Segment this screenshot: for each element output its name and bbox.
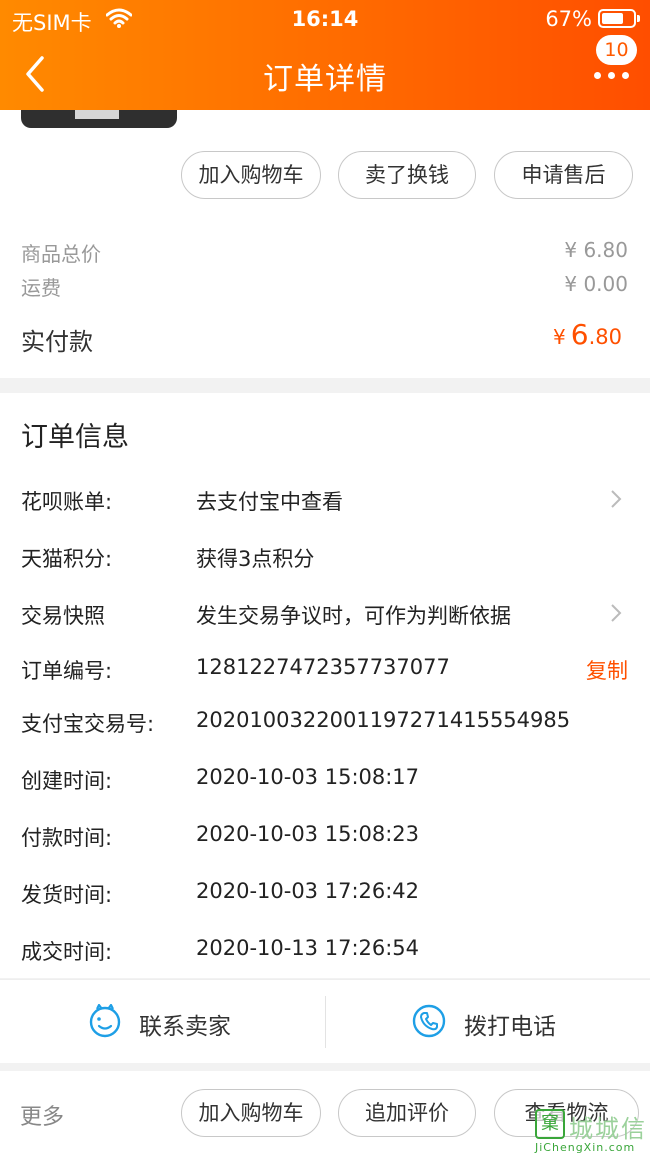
smile-chat-icon <box>89 1004 121 1038</box>
after-sales-button[interactable]: 申请售后 <box>494 151 633 199</box>
row-value: 2020-10-13 17:26:54 <box>196 936 420 960</box>
status-bar: 无SIM卡 16:14 67% <box>0 0 650 40</box>
row-value: 2020-10-03 17:26:42 <box>196 879 420 903</box>
paid-amount: ¥6.80 <box>553 318 622 351</box>
chevron-right-icon <box>611 490 622 508</box>
subtotal-value: ¥ 6.80 <box>564 238 628 262</box>
contact-seller-label: 联系卖家 <box>139 1014 231 1040</box>
price-card: 加入购物车 卖了换钱 申请售后 商品总价 ¥ 6.80 运费 ¥ 0.00 实付… <box>0 110 650 378</box>
add-to-cart-button[interactable]: 加入购物车 <box>181 151 321 199</box>
row-value: 2020-10-03 15:08:17 <box>196 765 420 789</box>
section-title: 订单信息 <box>21 422 129 453</box>
row-label: 成交时间: <box>21 940 113 964</box>
watermark-url: JiChengXin.com <box>535 1141 636 1154</box>
battery-percent: 67% <box>545 7 592 31</box>
battery-icon <box>598 9 640 28</box>
watermark-logo: 窠 <box>535 1109 565 1139</box>
contact-seller-button[interactable]: 联系卖家 <box>0 980 325 1064</box>
row-value: 获得3点积分 <box>196 547 315 571</box>
paid-integer: 6 <box>570 318 589 351</box>
add-to-cart-button[interactable]: 加入购物车 <box>181 1089 321 1137</box>
page-title: 订单详情 <box>263 62 387 97</box>
shipping-label: 运费 <box>21 276 61 300</box>
row-value: 2020100322001197271415554985 <box>196 708 571 732</box>
subtotal-label: 商品总价 <box>21 242 101 266</box>
paid-currency: ¥ <box>553 325 566 349</box>
add-review-button[interactable]: 追加评价 <box>338 1089 476 1137</box>
chevron-right-icon <box>611 604 622 622</box>
resell-button[interactable]: 卖了换钱 <box>338 151 476 199</box>
call-phone-button[interactable]: 拨打电话 <box>326 980 650 1064</box>
product-thumbnail[interactable] <box>21 110 177 128</box>
shipping-value: ¥ 0.00 <box>564 272 628 296</box>
row-label: 付款时间: <box>21 826 113 850</box>
row-label: 创建时间: <box>21 769 113 793</box>
header: 无SIM卡 16:14 67% 订单详情 10 <box>0 0 650 110</box>
contact-bar: 联系卖家 拨打电话 <box>0 979 650 1063</box>
row-label: 交易快照 <box>21 604 105 628</box>
watermark: 窠 城城信 JiChengXin.com <box>533 1107 650 1156</box>
copy-button[interactable]: 复制 <box>586 655 628 685</box>
row-label: 发货时间: <box>21 883 113 907</box>
phone-icon <box>412 1004 446 1038</box>
call-phone-label: 拨打电话 <box>464 1014 556 1040</box>
row-label: 天猫积分: <box>21 547 113 571</box>
row-value: 2020-10-03 15:08:23 <box>196 822 420 846</box>
message-badge: 10 <box>596 35 637 65</box>
row-value: 去支付宝中查看 <box>196 490 343 514</box>
row-label: 订单编号: <box>21 659 113 683</box>
more-button[interactable]: 更多 <box>20 1099 64 1131</box>
row-label: 花呗账单: <box>21 490 113 514</box>
paid-decimal: .80 <box>588 325 622 349</box>
watermark-text: 城城信 <box>569 1115 647 1143</box>
row-label: 支付宝交易号: <box>21 712 155 736</box>
order-info-card: 订单信息 花呗账单: 去支付宝中查看 天猫积分: 获得3点积分 交易快照 发生交… <box>0 393 650 978</box>
row-value: 发生交易争议时，可作为判断依据 <box>196 604 511 628</box>
paid-label: 实付款 <box>21 328 93 356</box>
row-value: 1281227472357737077 <box>196 655 450 679</box>
